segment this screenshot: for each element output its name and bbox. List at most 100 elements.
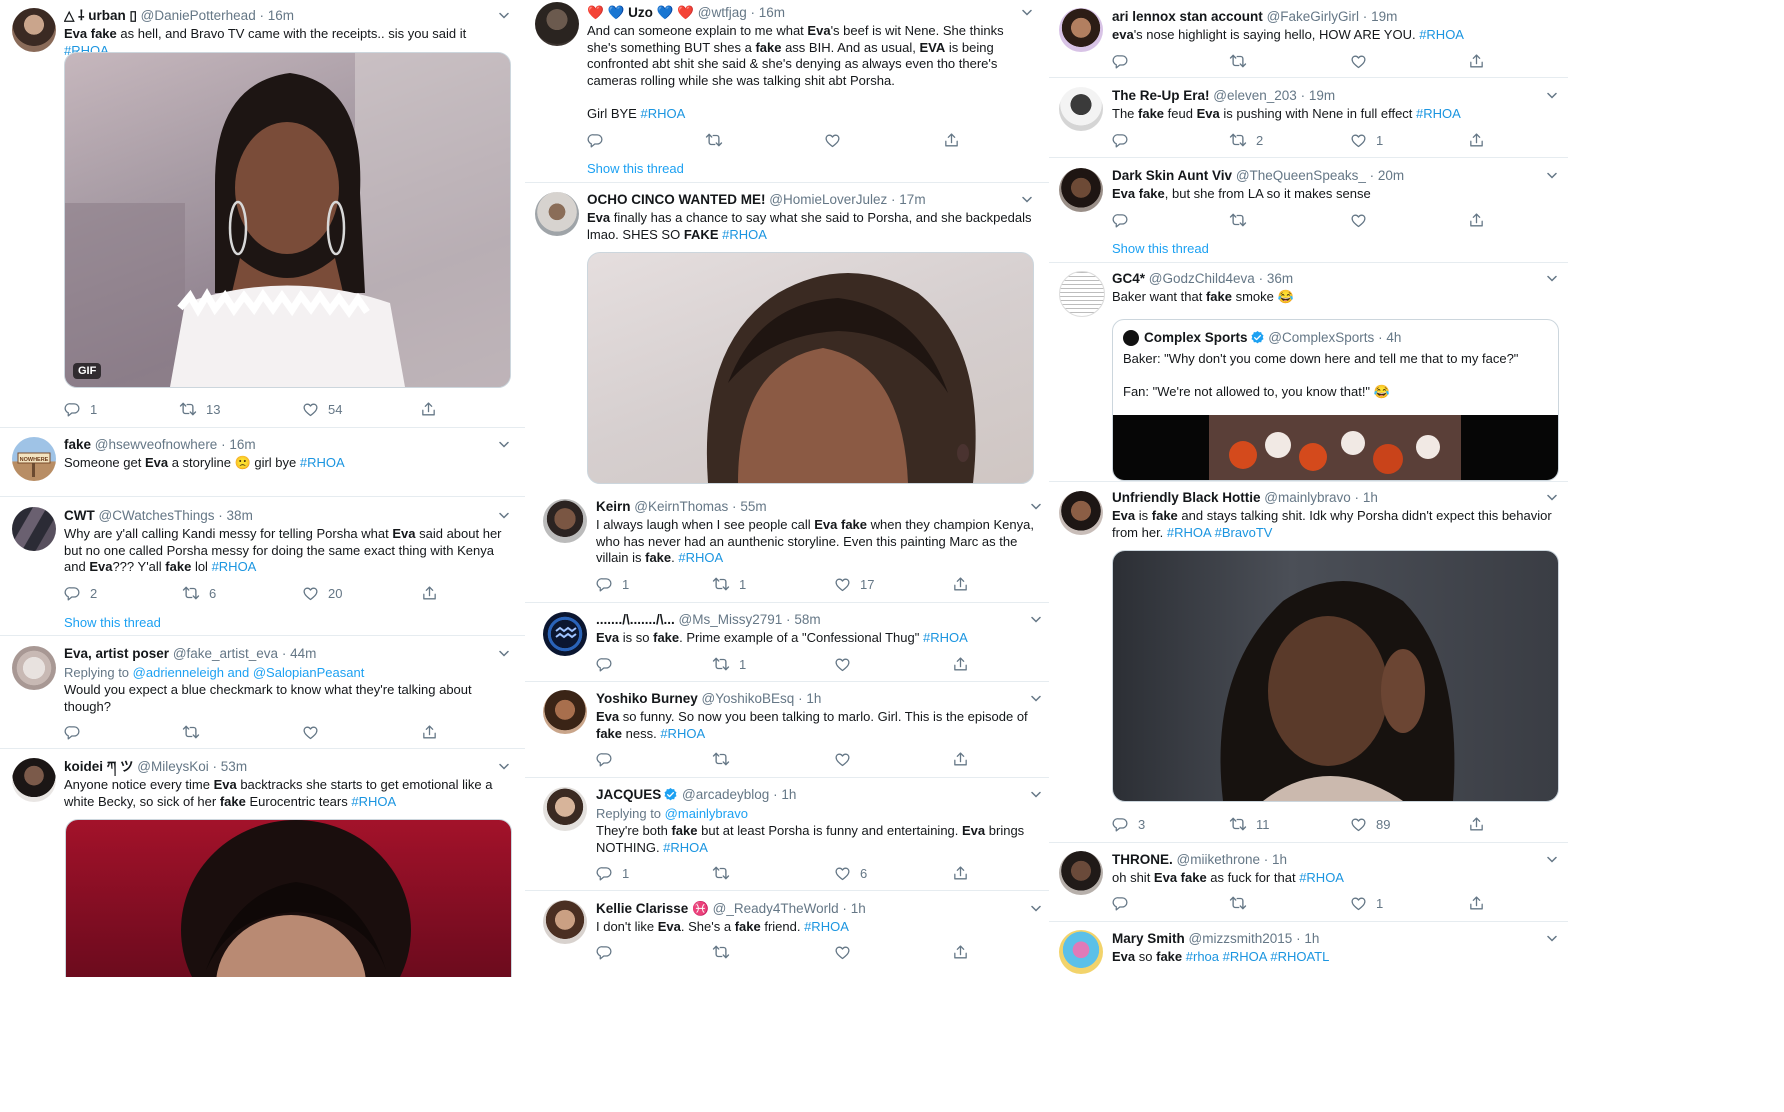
user-handle[interactable]: @miikethrone bbox=[1177, 852, 1261, 867]
display-name[interactable]: ......./\......./\... bbox=[596, 612, 675, 627]
like-button[interactable] bbox=[834, 749, 860, 769]
display-name[interactable]: △ ⸸ urban ▯ bbox=[64, 8, 137, 23]
display-name[interactable]: Yoshiko Burney bbox=[596, 691, 698, 706]
timestamp[interactable]: 19m bbox=[1309, 88, 1335, 103]
hashtag-link[interactable]: #RHOA bbox=[1419, 27, 1464, 42]
avatar[interactable] bbox=[535, 192, 579, 236]
share-button[interactable] bbox=[943, 130, 969, 150]
tweet[interactable]: Keirn @KeirnThomas · 55m I always laugh … bbox=[525, 491, 1049, 603]
reply-button[interactable] bbox=[587, 130, 613, 150]
display-name[interactable]: CWT bbox=[64, 508, 95, 523]
retweet-button[interactable] bbox=[712, 749, 739, 769]
avatar[interactable] bbox=[543, 690, 587, 734]
tweet-media[interactable] bbox=[65, 819, 512, 977]
timestamp[interactable]: 1h bbox=[1304, 931, 1319, 946]
chevron-down-icon[interactable] bbox=[1547, 92, 1557, 100]
hashtag-link[interactable]: #rhoa bbox=[1186, 949, 1219, 964]
avatar[interactable] bbox=[12, 758, 56, 802]
like-button[interactable] bbox=[834, 942, 860, 962]
chevron-down-icon[interactable] bbox=[499, 512, 509, 520]
hashtag-link[interactable]: #RHOA bbox=[722, 227, 767, 242]
avatar[interactable] bbox=[1059, 8, 1103, 52]
chevron-down-icon[interactable] bbox=[499, 650, 509, 658]
retweet-button[interactable] bbox=[712, 863, 739, 883]
timestamp[interactable]: 36m bbox=[1267, 271, 1293, 286]
user-handle[interactable]: @CWatchesThings bbox=[99, 508, 215, 523]
hashtag-link[interactable]: #RHOA bbox=[640, 106, 685, 121]
retweet-button[interactable]: 2 bbox=[1229, 130, 1263, 150]
display-name[interactable]: ❤️ 💙 Uzo 💙 ❤️ bbox=[587, 5, 694, 20]
display-name[interactable]: Unfriendly Black Hottie bbox=[1112, 490, 1261, 505]
user-handle[interactable]: @DaniePotterhead bbox=[141, 8, 256, 23]
avatar[interactable] bbox=[543, 612, 587, 656]
user-handle[interactable]: @FakeGirlyGirl bbox=[1267, 9, 1359, 24]
user-handle[interactable]: @GodzChild4eva bbox=[1149, 271, 1255, 286]
tweet[interactable]: Dark Skin Aunt Viv @TheQueenSpeaks_ · 20… bbox=[1049, 158, 1568, 263]
avatar[interactable] bbox=[1059, 851, 1103, 895]
retweet-button[interactable]: 1 bbox=[712, 654, 746, 674]
avatar[interactable] bbox=[1059, 87, 1103, 131]
hashtag-link[interactable]: #RHOA bbox=[1299, 870, 1344, 885]
timestamp[interactable]: 58m bbox=[794, 612, 820, 627]
avatar[interactable] bbox=[543, 900, 587, 944]
chevron-down-icon[interactable] bbox=[1547, 494, 1557, 502]
like-button[interactable]: 54 bbox=[302, 399, 342, 419]
reply-button[interactable] bbox=[1112, 893, 1138, 913]
display-name[interactable]: OCHO CINCO WANTED ME! bbox=[587, 192, 766, 207]
avatar[interactable] bbox=[543, 787, 587, 831]
retweet-button[interactable]: 13 bbox=[179, 399, 220, 419]
timestamp[interactable]: 19m bbox=[1371, 9, 1397, 24]
timestamp[interactable]: 16m bbox=[759, 5, 785, 20]
retweet-button[interactable]: 11 bbox=[1229, 814, 1270, 834]
retweet-button[interactable]: 6 bbox=[182, 583, 216, 603]
share-button[interactable] bbox=[952, 574, 978, 594]
share-button[interactable] bbox=[952, 863, 978, 883]
chevron-down-icon[interactable] bbox=[1547, 856, 1557, 864]
avatar[interactable] bbox=[12, 8, 56, 52]
avatar[interactable] bbox=[543, 499, 587, 543]
reply-button[interactable]: 2 bbox=[64, 583, 97, 603]
chevron-down-icon[interactable] bbox=[499, 763, 509, 771]
like-button[interactable] bbox=[824, 130, 850, 150]
share-button[interactable] bbox=[421, 722, 447, 742]
retweet-button[interactable] bbox=[712, 942, 739, 962]
tweet[interactable]: Mary Smith @mizzsmith2015 · 1h Eva so fa… bbox=[1049, 922, 1568, 977]
avatar[interactable]: NOWHERE bbox=[12, 437, 56, 481]
tweet[interactable]: △ ⸸ urban ▯ @DaniePotterhead · 16m Eva f… bbox=[0, 0, 525, 428]
replying-to-users[interactable]: @adrienneleigh and @SalopianPeasant bbox=[133, 665, 365, 680]
retweet-button[interactable] bbox=[1229, 893, 1256, 913]
show-thread-link[interactable]: Show this thread bbox=[1112, 241, 1209, 257]
timestamp[interactable]: 1h bbox=[781, 787, 796, 802]
display-name[interactable]: Keirn bbox=[596, 499, 631, 514]
like-button[interactable] bbox=[834, 654, 860, 674]
user-handle[interactable]: @wtfjag bbox=[698, 5, 747, 20]
like-button[interactable]: 1 bbox=[1350, 893, 1383, 913]
tweet[interactable]: Kellie Clarisse ♓ @_Ready4TheWorld · 1h … bbox=[525, 891, 1049, 977]
share-button[interactable] bbox=[1468, 130, 1494, 150]
like-button[interactable] bbox=[1350, 210, 1376, 230]
like-button[interactable]: 1 bbox=[1350, 130, 1383, 150]
display-name[interactable]: THRONE. bbox=[1112, 852, 1173, 867]
tweet-media[interactable] bbox=[587, 252, 1034, 484]
chevron-down-icon[interactable] bbox=[1547, 172, 1557, 180]
user-handle[interactable]: @MileysKoi bbox=[137, 759, 208, 774]
avatar[interactable] bbox=[1059, 930, 1103, 974]
reply-button[interactable] bbox=[1112, 210, 1138, 230]
user-handle[interactable]: @_Ready4TheWorld bbox=[713, 901, 839, 916]
display-name[interactable]: fake bbox=[64, 437, 91, 452]
timestamp[interactable]: 16m bbox=[229, 437, 255, 452]
timestamp[interactable]: 44m bbox=[290, 646, 316, 661]
user-handle[interactable]: @hsewveofnowhere bbox=[95, 437, 218, 452]
retweet-button[interactable] bbox=[705, 130, 732, 150]
chevron-down-icon[interactable] bbox=[1022, 9, 1032, 17]
display-name[interactable]: GC4* bbox=[1112, 271, 1145, 286]
reply-button[interactable] bbox=[596, 654, 622, 674]
timestamp[interactable]: 20m bbox=[1378, 168, 1404, 183]
retweet-button[interactable] bbox=[182, 722, 209, 742]
chevron-down-icon[interactable] bbox=[1031, 791, 1041, 799]
tweet[interactable]: CWT @CWatchesThings · 38m Why are y'all … bbox=[0, 497, 525, 636]
share-button[interactable] bbox=[1468, 814, 1494, 834]
hashtag-link[interactable]: #RHOA bbox=[804, 919, 849, 934]
like-button[interactable]: 20 bbox=[302, 583, 342, 603]
avatar[interactable] bbox=[12, 507, 56, 551]
